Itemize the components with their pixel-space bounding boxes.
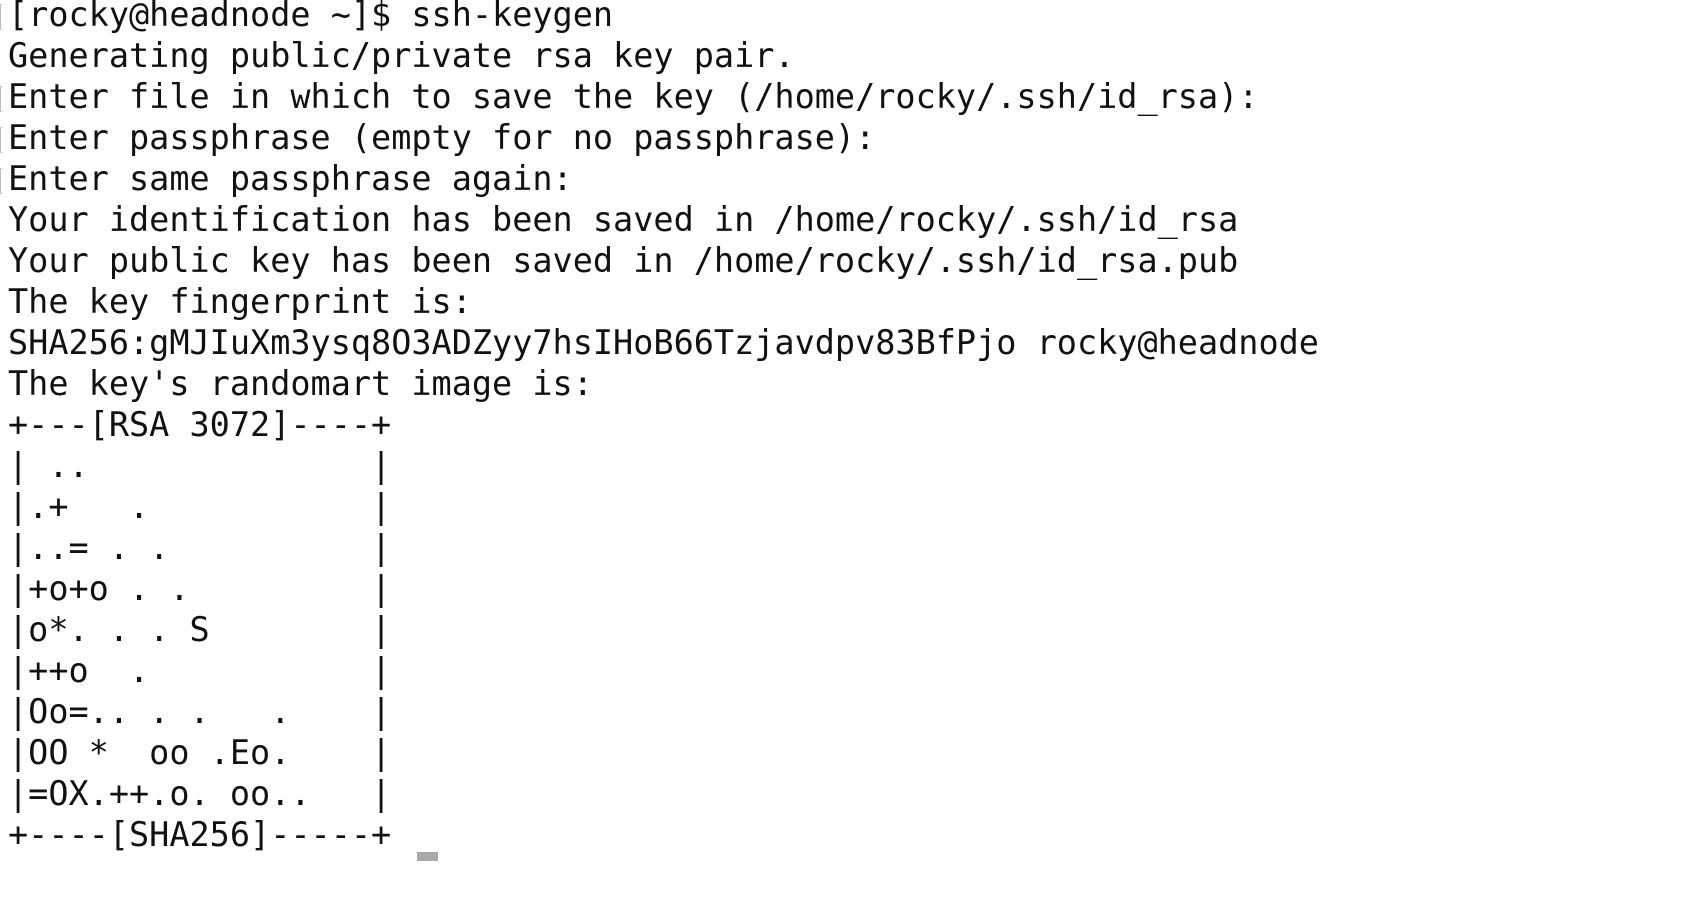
prompt-marker-icon [0,86,3,112]
input-prompt-line: Enter file in which to save the key (/ho… [8,77,1259,116]
randomart-line: |.+ . | [8,487,392,526]
prompt-marker-icon [0,127,3,153]
randomart-line: |o*. . . S | [8,610,392,649]
randomart-line: |+o+o . . | [8,569,392,608]
terminal-window[interactable]: [rocky@headnode ~]$ ssh-keygen Generatin… [0,0,1684,924]
output-line: Your identification has been saved in /h… [8,200,1239,239]
fingerprint-line: SHA256:gMJIuXm3ysq8O3ADZyy7hsIHoB66Tzjav… [8,323,1319,362]
randomart-line: |++o . | [8,651,392,690]
randomart-line: |..= . . | [8,528,392,567]
prompt-marker-icon [0,4,3,30]
output-line: The key's randomart image is: [8,364,593,403]
randomart-line: |OO * oo .Eo. | [8,733,392,772]
randomart-line: |Oo=.. . . . | [8,692,392,731]
prompt-marker-icon [0,168,3,194]
input-prompt-line: Enter same passphrase again: [8,159,573,198]
output-line: Generating public/private rsa key pair. [8,36,795,75]
terminal-cursor [417,852,438,861]
output-line: The key fingerprint is: [8,282,472,321]
command-line: [rocky@headnode ~]$ ssh-keygen [8,0,614,34]
randomart-line: |=OX.++.o. oo.. | [8,774,392,813]
randomart-line: +---[RSA 3072]----+ [8,405,392,444]
terminal-output: [rocky@headnode ~]$ ssh-keygen Generatin… [8,0,1319,855]
randomart-line: +----[SHA256]-----+ [8,815,392,854]
randomart-line: | .. | [8,446,392,485]
input-prompt-line: Enter passphrase (empty for no passphras… [8,118,876,157]
output-line: Your public key has been saved in /home/… [8,241,1239,280]
